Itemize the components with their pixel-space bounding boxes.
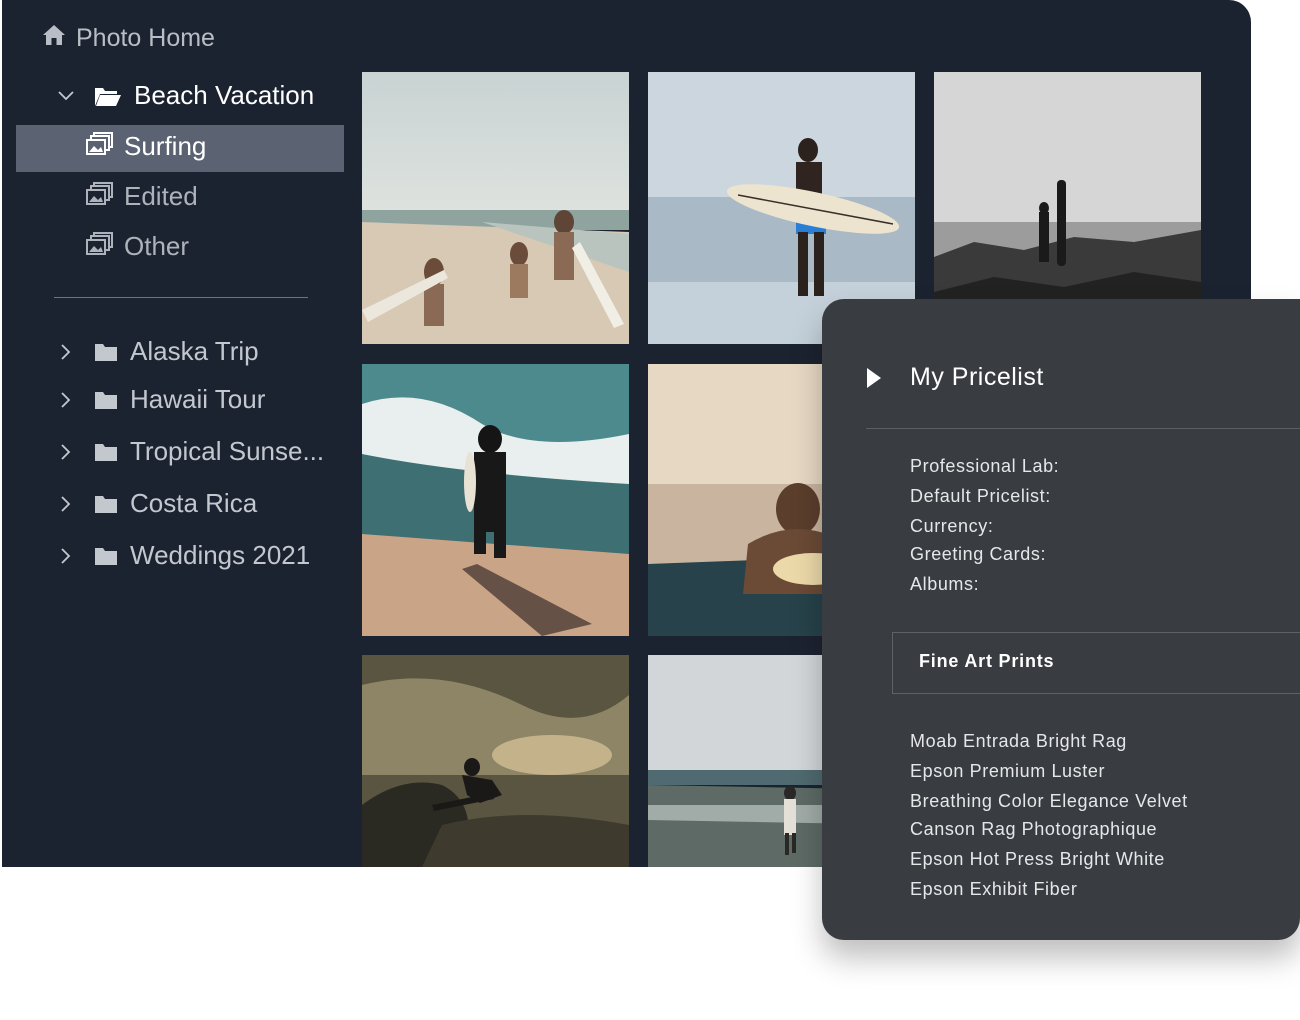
album-surfing[interactable]: Surfing [86,131,206,162]
album-edited[interactable]: Edited [86,181,198,212]
field-label: Default Pricelist: [910,486,1051,506]
folder-label: Alaska Trip [130,336,259,366]
album-other[interactable]: Other [86,231,189,262]
chevron-right-icon[interactable] [56,442,76,462]
folder-costa-rica[interactable]: Costa Rica [56,488,257,519]
chevron-down-icon[interactable] [56,86,76,106]
photo-home-label: Photo Home [76,23,215,52]
chevron-right-icon[interactable] [56,390,76,410]
paper-option[interactable]: Epson Premium Luster [910,761,1105,782]
paper-option[interactable]: Epson Hot Press Bright White [910,849,1165,870]
paper-option[interactable]: Breathing Color Elegance Velvet [910,791,1188,812]
album-label: Edited [124,181,198,211]
folder-label: Costa Rica [130,488,258,518]
folder-label: Beach Vacation [134,80,315,110]
chevron-right-icon[interactable] [56,494,76,514]
folder-label: Tropical Sunse... [130,436,325,466]
album-label: Surfing [124,131,207,161]
pricelist-title[interactable]: My Pricelist [910,363,1044,392]
field-label: Greeting Cards: [910,544,1047,564]
home-icon [42,24,66,53]
photo-thumbnail[interactable] [362,655,629,867]
folder-icon [94,494,118,514]
sidebar-divider [54,297,308,298]
folder-weddings-2021[interactable]: Weddings 2021 [56,540,310,571]
print-category-select[interactable]: Fine Art Prints [892,632,1300,694]
pricelist-panel: My Pricelist Professional Lab: Default P… [822,299,1300,940]
folder-tropical-sunset[interactable]: Tropical Sunse... [56,436,324,467]
photo-thumbnail[interactable] [362,72,629,344]
gallery-icon [86,131,114,162]
field-label: Currency: [910,516,994,536]
paper-option[interactable]: Canson Rag Photographique [910,819,1157,840]
folder-open-icon [94,85,122,107]
paper-option[interactable]: Moab Entrada Bright Rag [910,731,1127,752]
field-label: Professional Lab: [910,456,1060,476]
panel-divider [866,428,1300,429]
folder-label: Weddings 2021 [130,540,311,570]
folder-icon [94,442,118,462]
folder-icon [94,546,118,566]
album-label: Other [124,231,190,261]
folder-beach-vacation[interactable]: Beach Vacation [56,80,314,111]
expand-arrow-icon[interactable] [866,367,882,394]
photo-thumbnail[interactable] [362,364,629,636]
folder-alaska-trip[interactable]: Alaska Trip [56,336,259,367]
selected-category: Fine Art Prints [919,651,1055,671]
folder-label: Hawaii Tour [130,384,266,414]
field-label: Albums: [910,574,980,594]
chevron-right-icon[interactable] [56,342,76,362]
photo-home-link[interactable]: Photo Home [42,22,215,54]
gallery-icon [86,181,114,212]
paper-option[interactable]: Epson Exhibit Fiber [910,879,1077,900]
chevron-right-icon[interactable] [56,546,76,566]
folder-hawaii-tour[interactable]: Hawaii Tour [56,384,265,415]
folder-icon [94,390,118,410]
folder-icon [94,342,118,362]
gallery-icon [86,231,114,262]
